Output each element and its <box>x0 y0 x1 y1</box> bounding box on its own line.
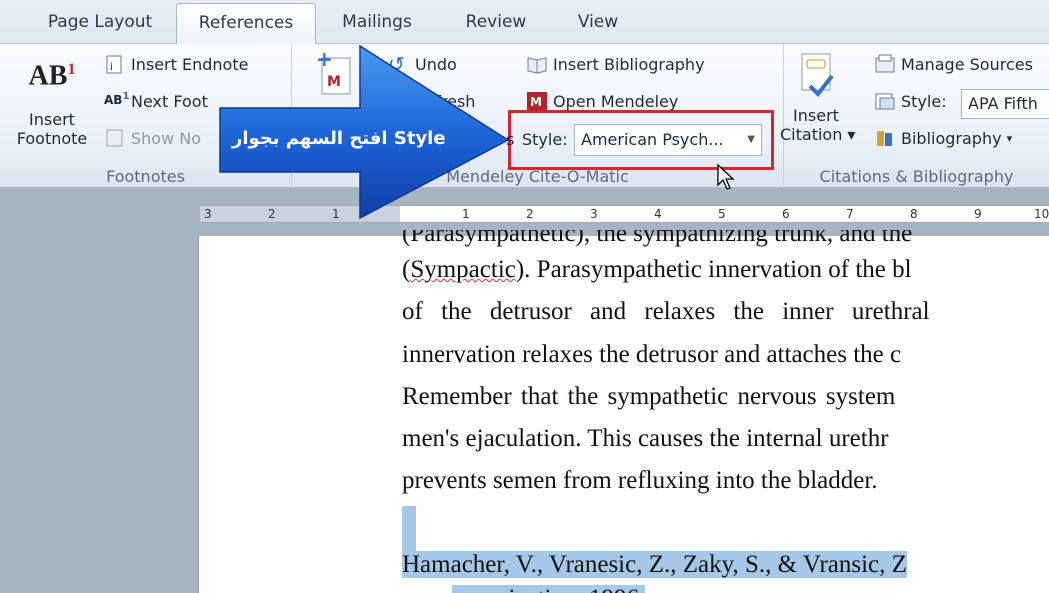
ruler-tick: 3 <box>204 207 212 221</box>
ruler-tick: 9 <box>974 207 982 221</box>
ruler-tick: 10 <box>1034 207 1049 221</box>
next-footnote-button[interactable]: AB1 Next Foot <box>104 91 208 111</box>
insert-footnote-button[interactable]: AB1 Insert Footnote <box>6 60 98 148</box>
ruler-tick: 3 <box>590 207 598 221</box>
insert-citation-label-2: Citation ▾ <box>780 125 856 144</box>
ruler-tick: 5 <box>718 207 726 221</box>
bibliography-label: Bibliography <box>901 128 1002 148</box>
style-icon <box>874 91 896 111</box>
ruler-tick: 2 <box>526 207 534 221</box>
footnotes-group-label: Footnotes <box>106 167 185 186</box>
refresh-button[interactable]: ↻ Refresh <box>388 91 475 111</box>
mendeley-insert-citation-icon[interactable]: + M <box>314 47 354 108</box>
ruler-tick: 1 <box>332 207 340 221</box>
undo-button[interactable]: ↺ Undo <box>388 54 457 74</box>
insert-citation-button[interactable]: Insert Citation ▾ <box>780 52 856 144</box>
book-icon <box>526 54 548 74</box>
insert-footnote-label: Insert Footnote <box>16 110 88 148</box>
insert-bibliography-label: Insert Bibliography <box>553 54 705 74</box>
citation-style-select[interactable]: APA Fifth <box>961 89 1049 119</box>
ruler-tick: 2 <box>268 207 276 221</box>
show-notes-icon <box>104 128 126 148</box>
ruler-tick: 6 <box>782 207 790 221</box>
ruler-tick: 8 <box>910 207 918 221</box>
show-notes-button[interactable]: Show No <box>104 128 201 148</box>
doc-line: Remember that the sympathetic nervous sy… <box>402 383 896 410</box>
open-mendeley-button[interactable]: M Open Mendeley <box>526 91 678 111</box>
footnote-icon: AB1 <box>28 60 76 92</box>
open-mendeley-label: Open Mendeley <box>553 91 679 111</box>
mendeley-style-select[interactable]: American Psych... ▼ <box>574 124 762 156</box>
tab-page-layout[interactable]: Page Layout <box>30 0 170 44</box>
doc-line: (Sympactic). Parasympathetic innervation… <box>402 256 912 283</box>
tab-mailings[interactable]: Mailings <box>322 0 432 44</box>
svg-text:+: + <box>316 52 333 71</box>
bibliography-button[interactable]: Bibliography ▾ <box>874 128 1012 148</box>
manage-sources-label: Manage Sources <box>901 54 1033 74</box>
refresh-icon: ↻ <box>388 89 405 113</box>
citation-style-label: Style: <box>874 91 947 111</box>
doc-line: of the detrusor and relaxes the inner ur… <box>402 298 930 325</box>
insert-endnote-label: Insert Endnote <box>131 54 249 74</box>
next-footnote-label: Next Foot <box>131 91 208 111</box>
horizontal-ruler[interactable]: 3 2 1 1 2 3 4 5 6 7 8 9 10 <box>200 205 1049 223</box>
ruler-tick: 4 <box>654 207 662 221</box>
ruler-tick: 7 <box>846 207 854 221</box>
doc-line: innervation relaxes the detrusor and att… <box>402 341 902 368</box>
insert-citation-icon <box>801 53 834 98</box>
tab-references[interactable]: References <box>176 3 316 45</box>
tab-view[interactable]: View <box>558 0 638 44</box>
undo-label: Undo <box>415 54 457 74</box>
endnote-icon: i <box>104 54 126 74</box>
reference-line: Hamacher, V., Vranesic, Z., Zaky, S., & … <box>402 551 907 578</box>
ruler-margin <box>200 206 400 222</box>
ruler-tick: 1 <box>462 207 470 221</box>
show-notes-label: Show No <box>131 128 202 148</box>
mouse-cursor-icon <box>717 163 735 190</box>
document-page[interactable] <box>198 236 1049 593</box>
doc-line: men's ejaculation. This causes the inter… <box>402 425 889 452</box>
annotation-text: افتح السهم بجوار Style <box>232 128 446 149</box>
insert-citation-label-1: Insert <box>793 106 839 125</box>
svg-text:M: M <box>530 95 542 109</box>
svg-text:i: i <box>110 62 113 73</box>
mendeley-logo-icon: M <box>526 91 548 111</box>
doc-line: (Parasympathetic), the sympathizing trun… <box>402 220 913 247</box>
svg-text:M: M <box>327 74 341 90</box>
tab-review[interactable]: Review <box>446 0 546 44</box>
manage-sources-button[interactable]: Manage Sources <box>874 54 1033 74</box>
doc-line: prevents semen from refluxing into the b… <box>402 467 878 494</box>
manage-sources-icon <box>874 54 896 74</box>
mendeley-style-label: Style: <box>522 130 568 149</box>
chevron-down-icon: ▾ <box>1006 131 1013 145</box>
next-footnote-icon: AB1 <box>104 91 130 107</box>
insert-endnote-button[interactable]: i Insert Endnote <box>104 54 248 74</box>
refresh-label: Refresh <box>415 91 476 111</box>
ribbon-tab-bar: Page Layout References Mailings Review V… <box>0 0 1049 45</box>
mendeley-style-value: American Psych... <box>581 130 724 149</box>
undo-icon: ↺ <box>388 52 405 76</box>
dropdown-arrow-icon[interactable]: ▼ <box>747 125 755 155</box>
insert-bibliography-button[interactable]: Insert Bibliography <box>526 54 705 74</box>
group-footnotes: AB1 Insert Footnote i Insert Endnote AB1… <box>0 44 292 188</box>
reference-line: organization. 1996. <box>452 585 646 593</box>
citation-fragment: s <box>506 130 515 149</box>
bibliography-icon <box>874 128 896 148</box>
citations-group-label: Citations & Bibliography <box>819 167 1014 186</box>
